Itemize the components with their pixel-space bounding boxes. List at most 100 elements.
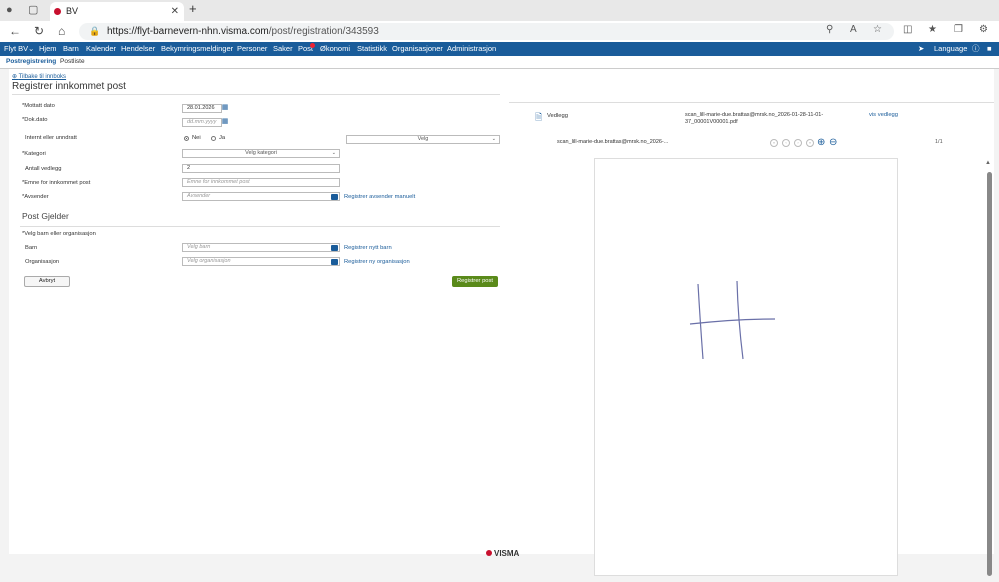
kategori-select[interactable]: Velg kategori ⌄ xyxy=(182,149,340,158)
handwritten-scan-image xyxy=(689,280,776,360)
avsender-label: *Avsender xyxy=(22,194,49,200)
divider xyxy=(12,94,500,95)
menu-statistikk[interactable]: Statistikk xyxy=(357,42,387,56)
avsender-input[interactable]: Avsender xyxy=(182,192,340,201)
radio-nei[interactable] xyxy=(184,136,189,141)
register-post-button[interactable]: Registrer post xyxy=(452,276,498,287)
language-menu[interactable]: Language xyxy=(934,42,967,56)
velg-label: *Velg barn eller organisasjon xyxy=(22,231,96,237)
send-icon[interactable]: ➤ xyxy=(918,42,924,56)
chevron-down-icon: ⌄ xyxy=(491,136,496,142)
extensions-icon[interactable]: ⚙ xyxy=(979,24,988,35)
last-page-icon[interactable]: » xyxy=(806,139,814,147)
help-icon[interactable]: ⓘ xyxy=(972,42,980,56)
collections-icon[interactable]: ❐ xyxy=(954,24,963,35)
dok-input[interactable]: dd.mm.yyyy xyxy=(182,118,222,127)
address-bar-row: ← ↻ ⌂ 🔒 https://flyt-barnevern-nhn.visma… xyxy=(0,21,999,42)
viewer-scrollbar[interactable]: ▲ xyxy=(985,160,993,576)
unndratt-select[interactable]: Velg ⌄ xyxy=(346,135,500,144)
close-tab-icon[interactable]: ✕ xyxy=(171,2,179,21)
zoom-out-icon[interactable]: ⊖ xyxy=(829,137,837,148)
search-avsender-icon[interactable] xyxy=(331,194,338,200)
url-field[interactable]: 🔒 https://flyt-barnevern-nhn.visma.com/p… xyxy=(79,23,894,40)
menu-saker[interactable]: Saker xyxy=(273,42,293,56)
search-org-icon[interactable] xyxy=(331,259,338,265)
browser-tab[interactable]: BV ✕ xyxy=(50,2,184,21)
attachment-filename: scan_lill-marie-due.brattas@mrsk.no_2026… xyxy=(685,112,835,126)
menu-barn[interactable]: Barn xyxy=(63,42,79,56)
scroll-up-icon[interactable]: ▲ xyxy=(985,160,991,166)
prev-page-icon[interactable]: ‹ xyxy=(782,139,790,147)
menu-bekymringsmeldinger[interactable]: Bekymringsmeldinger xyxy=(161,42,233,56)
mottatt-input[interactable]: 28.01.2026 xyxy=(182,104,222,113)
refresh-icon[interactable]: ↻ xyxy=(34,21,44,42)
register-avsender-link[interactable]: Registrer avsender manuelt xyxy=(344,194,415,200)
dok-label: *Dok.dato xyxy=(22,117,48,123)
lock-icon: 🔒 xyxy=(89,26,101,36)
view-attachment-link[interactable]: vis vedlegg xyxy=(869,112,898,118)
chevron-down-icon: ⌄ xyxy=(28,44,35,53)
menu-flyt-bv[interactable]: Flyt BV xyxy=(4,42,28,56)
scroll-thumb[interactable] xyxy=(987,172,992,576)
internt-label: Internt eller unndratt xyxy=(25,135,77,141)
filename-line1: scan_lill-marie-due.brattas@mrsk.no_2026… xyxy=(685,112,824,118)
menu-hjem[interactable]: Hjem xyxy=(39,42,57,56)
brand-name: VISMA xyxy=(494,549,520,558)
url-host: https://flyt-barnevern-nhn.visma.com xyxy=(107,26,269,37)
ja-label: Ja xyxy=(219,135,226,141)
back-icon[interactable]: ← xyxy=(9,21,21,42)
visma-logo: VISMA xyxy=(486,549,519,558)
kategori-label: *Kategori xyxy=(22,151,46,157)
kategori-select-value: Velg kategori xyxy=(245,150,277,156)
favorite-icon[interactable]: ☆ xyxy=(873,24,882,35)
visma-favicon-icon xyxy=(54,8,61,15)
chevron-down-icon: ⌄ xyxy=(331,150,336,156)
org-label: Organisasjon xyxy=(25,259,60,265)
favorites-icon[interactable]: ★ xyxy=(928,24,937,35)
org-input[interactable]: Velg organisasjon xyxy=(182,257,340,266)
cancel-button[interactable]: Avbryt xyxy=(24,276,70,287)
next-page-icon[interactable]: › xyxy=(794,139,802,147)
tab-actions-icon[interactable]: ▢ xyxy=(28,0,38,21)
profile-icon[interactable]: ● xyxy=(6,0,13,21)
new-tab-icon[interactable]: + xyxy=(189,1,197,16)
barn-input[interactable]: Velg barn xyxy=(182,243,340,252)
register-barn-link[interactable]: Registrer nytt barn xyxy=(344,245,392,251)
tab-postliste[interactable]: Postliste xyxy=(60,58,85,65)
read-aloud-icon[interactable]: A xyxy=(850,24,857,35)
home-icon[interactable]: ⌂ xyxy=(58,21,65,42)
first-page-icon[interactable]: « xyxy=(770,139,778,147)
zoom-icon[interactable]: ⚲ xyxy=(826,24,833,35)
radio-ja[interactable] xyxy=(211,136,216,141)
mottatt-label: *Mottatt dato xyxy=(22,103,55,109)
calendar-icon[interactable]: ▦ xyxy=(221,104,229,112)
menu-personer[interactable]: Personer xyxy=(237,42,267,56)
divider xyxy=(20,226,500,227)
menu-administrasjon[interactable]: Administrasjon xyxy=(447,42,496,56)
document-preview xyxy=(594,158,898,576)
menu-kalender[interactable]: Kalender xyxy=(86,42,116,56)
calendar-icon[interactable]: ▦ xyxy=(221,118,229,126)
user-icon[interactable]: ■ xyxy=(987,42,992,56)
emne-label: *Emne for innkommet post xyxy=(22,180,91,186)
unndratt-select-value: Velg xyxy=(417,136,429,142)
section-title: Post Gjelder xyxy=(22,211,69,221)
tab-title: BV xyxy=(66,6,79,16)
vedlegg-label: Vedlegg xyxy=(547,113,568,119)
pdf-icon: 🗎 xyxy=(535,112,543,122)
register-org-link[interactable]: Registrer ny organisasjon xyxy=(344,259,410,265)
antall-input[interactable]: 2 xyxy=(182,164,340,173)
zoom-in-icon[interactable]: ⊕ xyxy=(817,137,825,148)
menu-hendelser[interactable]: Hendelser xyxy=(121,42,155,56)
split-screen-icon[interactable]: ◫ xyxy=(903,24,912,35)
sub-navigation: Postregistrering Postliste xyxy=(0,56,999,69)
menu-organisasjoner[interactable]: Organisasjoner xyxy=(392,42,443,56)
back-to-inbox-link[interactable]: ⊕ Tilbake til innboks xyxy=(12,73,66,80)
viewer-filename: scan_lill-marie-due.brattas@mrsk.no_2026… xyxy=(557,139,669,145)
tab-postregistrering[interactable]: Postregistrering xyxy=(6,58,56,65)
search-barn-icon[interactable] xyxy=(331,245,338,251)
visma-logo-icon xyxy=(486,550,492,556)
emne-input[interactable]: Emne for innkommet post xyxy=(182,178,340,187)
menu-okonomi[interactable]: Økonomi xyxy=(320,42,350,56)
page-title: Registrer innkommet post xyxy=(12,81,126,92)
